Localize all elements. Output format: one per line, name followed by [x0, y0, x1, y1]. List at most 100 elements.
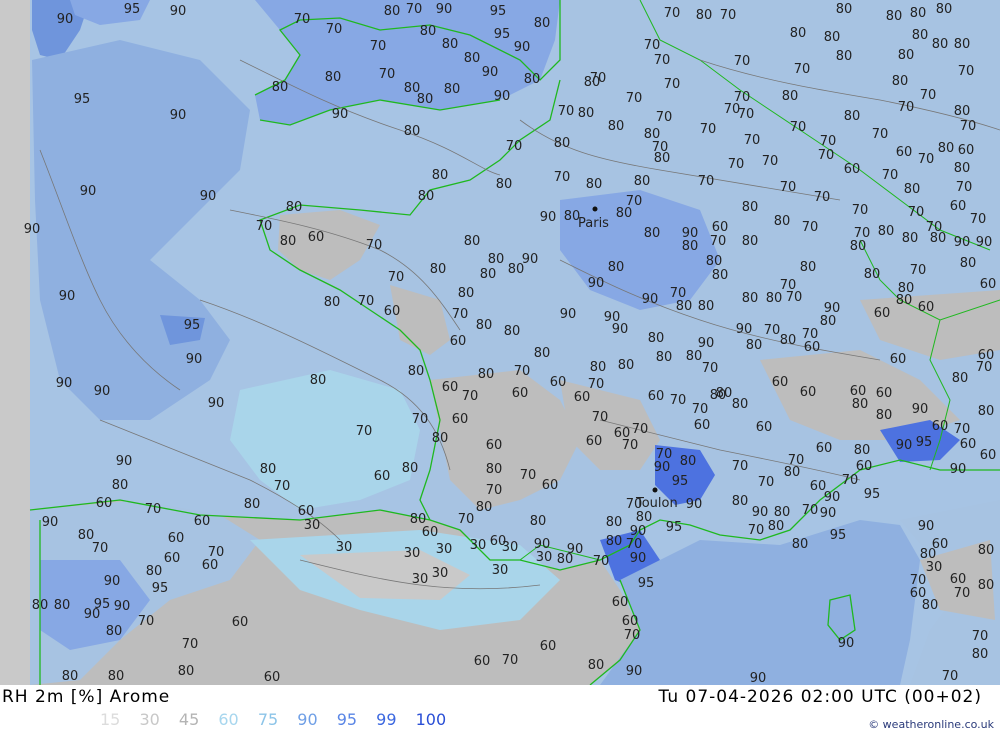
contour-label: 95	[124, 2, 141, 17]
contour-label: 30	[412, 572, 429, 587]
contour-label: 80	[682, 239, 699, 254]
contour-label: 70	[802, 220, 819, 235]
contour-label: 60	[574, 390, 591, 405]
contour-label: 95	[916, 435, 933, 450]
contour-label: 80	[892, 74, 909, 89]
contour-label: 60	[856, 459, 873, 474]
contour-label: 80	[432, 431, 449, 446]
contour-label: 80	[854, 443, 871, 458]
contour-label: 90	[612, 322, 629, 337]
contour-label: 70	[802, 503, 819, 518]
contour-label: 60	[586, 434, 603, 449]
city-dot-toulon	[652, 487, 658, 493]
contour-label: 70	[700, 122, 717, 137]
contour-label: 90	[752, 505, 769, 520]
contour-label: 90	[80, 184, 97, 199]
contour-label: 80	[936, 2, 953, 17]
contour-label: 60	[308, 230, 325, 245]
contour-label: 90	[750, 671, 767, 685]
contour-label: 80	[922, 598, 939, 613]
contour-label: 90	[24, 222, 41, 237]
contour-label: 60	[384, 304, 401, 319]
contour-label: 60	[694, 418, 711, 433]
contour-label: 60	[648, 389, 665, 404]
contour-label: 80	[108, 669, 125, 684]
contour-label: 70	[370, 39, 387, 54]
contour-label: 60	[194, 514, 211, 529]
contour-label: 80	[106, 624, 123, 639]
city-label-paris: Paris	[578, 216, 609, 231]
contour-label: 80	[742, 291, 759, 306]
contour-label: 30	[432, 566, 449, 581]
contour-label: 70	[762, 154, 779, 169]
contour-label: 70	[710, 234, 727, 249]
contour-label: 80	[476, 500, 493, 515]
contour-label: 60	[450, 334, 467, 349]
contour-label: 90	[332, 107, 349, 122]
contour-label: 80	[954, 161, 971, 176]
contour-label: 70	[898, 100, 915, 115]
contour-label: 80	[272, 80, 289, 95]
contour-label: 70	[954, 422, 971, 437]
contour-label: 60	[622, 614, 639, 629]
contour-label: 90	[588, 276, 605, 291]
contour-label: 80	[476, 318, 493, 333]
contour-label: 60	[950, 199, 967, 214]
contour-label: 80	[534, 16, 551, 31]
contour-label: 30	[336, 540, 353, 555]
contour-label: 60	[442, 380, 459, 395]
contour-label: 80	[402, 461, 419, 476]
contour-label: 80	[618, 358, 635, 373]
credit-link[interactable]: © weatheronline.co.uk	[868, 718, 994, 731]
contour-label: 80	[792, 537, 809, 552]
contour-label: 90	[104, 574, 121, 589]
contour-label: 70	[462, 389, 479, 404]
contour-label: 95	[638, 576, 655, 591]
contour-label: 70	[820, 134, 837, 149]
contour-label: 95	[672, 474, 689, 489]
contour-label: 80	[780, 333, 797, 348]
contour-label: 80	[742, 200, 759, 215]
contour-label: 80	[608, 260, 625, 275]
contour-label: 60	[168, 531, 185, 546]
contour-label: 80	[244, 497, 261, 512]
contour-label: 80	[286, 200, 303, 215]
contour-label: 60	[980, 277, 997, 292]
humidity-map[interactable]: 9095 90959090 90909095909090908090808060 70…	[0, 0, 1000, 685]
contour-label: 70	[182, 637, 199, 652]
contour-label: 90	[494, 89, 511, 104]
contour-label: 70	[656, 110, 673, 125]
contour-label: 80	[280, 234, 297, 249]
contour-label: 90	[208, 396, 225, 411]
contour-label: 80	[557, 552, 574, 567]
legend-item: 30	[139, 710, 160, 729]
contour-label: 60	[890, 352, 907, 367]
contour-label: 60	[542, 478, 559, 493]
contour-label: 70	[626, 91, 643, 106]
contour-label: 80	[732, 397, 749, 412]
contour-label: 70	[520, 468, 537, 483]
contour-label: 70	[958, 64, 975, 79]
contour-label: 90	[114, 599, 131, 614]
contour-label: 70	[356, 424, 373, 439]
contour-label: 70	[592, 410, 609, 425]
contour-label: 60	[452, 412, 469, 427]
contour-label: 80	[178, 664, 195, 679]
contour-label: 80	[768, 519, 785, 534]
contour-label: 80	[54, 598, 71, 613]
contour-label: 90	[976, 235, 993, 250]
contour-label: 80	[654, 151, 671, 166]
contour-label: 30	[536, 550, 553, 565]
contour-label: 70	[758, 475, 775, 490]
contour-label: 70	[670, 393, 687, 408]
contour-label: 70	[558, 104, 575, 119]
contour-label: 80	[418, 189, 435, 204]
contour-label: 70	[654, 53, 671, 68]
contour-label: 70	[388, 270, 405, 285]
contour-label: 80	[530, 514, 547, 529]
contour-label: 70	[734, 54, 751, 69]
contour-label: 60	[980, 448, 997, 463]
city-label-toulon: Toulon	[635, 496, 678, 511]
contour-label: 80	[325, 70, 342, 85]
contour-label: 90	[838, 636, 855, 651]
